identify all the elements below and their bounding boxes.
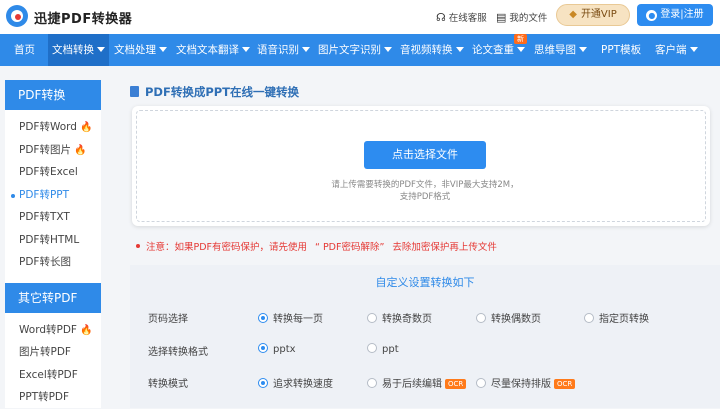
headset-icon: ☊ [436, 11, 446, 24]
nav-speech-recognition[interactable]: 语音识别 [253, 34, 314, 66]
new-badge: 新 [514, 34, 527, 44]
mode-option-keep-layout[interactable]: 尽量保持排版 OCR [476, 375, 576, 390]
chevron-down-icon [455, 47, 464, 52]
bullet-icon [136, 244, 140, 248]
format-label: 选择转换格式 [148, 347, 208, 358]
open-vip-button[interactable]: ◆ 开通VIP [556, 4, 630, 26]
online-service-link[interactable]: ☊ 在线客服 [436, 10, 487, 24]
mode-option-speed[interactable]: 追求转换速度 [258, 375, 333, 390]
radio-icon [367, 313, 377, 323]
sidebar-item-excel-to-pdf[interactable]: Excel转PDF [5, 364, 101, 387]
fire-icon: 🔥 [73, 144, 87, 156]
top-bar: 迅捷PDF转换器 ☊ 在线客服 ▤ 我的文件 ◆ 开通VIP ● 登录|注册 [0, 0, 720, 34]
choose-file-button[interactable]: 点击选择文件 [364, 141, 486, 169]
upload-dropzone[interactable]: 点击选择文件 请上传需要转换的PDF文件，非VIP最大支持2M， 支持PDF格式 [136, 110, 706, 222]
page-option-even[interactable]: 转换偶数页 [476, 310, 541, 325]
radio-selected-icon [258, 313, 268, 323]
radio-selected-icon [258, 378, 268, 388]
document-icon: ▤ [496, 11, 507, 24]
nav-client[interactable]: 客户端 [651, 34, 702, 66]
settings-title: 自定义设置转换如下 [375, 276, 475, 289]
radio-icon [367, 343, 377, 353]
format-option-ppt[interactable]: ppt [367, 343, 399, 355]
radio-icon [367, 378, 377, 388]
sidebar-group-to-pdf: 其它转PDF [5, 282, 101, 313]
ocr-badge: OCR [554, 379, 576, 389]
nav-doc-process[interactable]: 文档处理 [110, 34, 171, 66]
page-option-all[interactable]: 转换每一页 [258, 310, 323, 325]
document-icon [130, 86, 139, 97]
sidebar-item-pdf-to-excel[interactable]: PDF转Excel [5, 161, 101, 184]
sidebar-item-pdf-to-long-image[interactable]: PDF转长图 [5, 251, 101, 274]
page-selection-label: 页码选择 [148, 314, 188, 325]
radio-icon [584, 313, 594, 323]
conversion-settings: 自定义设置转换如下 页码选择 转换每一页 转换奇数页 转换偶数页 指定页转换 选… [130, 265, 720, 408]
nav-doc-translate[interactable]: 文档文本翻译 [172, 34, 254, 66]
chevron-down-icon [579, 47, 587, 52]
sidebar-group-pdf-convert: PDF转换 [5, 80, 101, 110]
nav-ppt-templates[interactable]: PPT模板 [597, 34, 645, 66]
sidebar-item-image-to-pdf[interactable]: 图片转PDF [5, 341, 101, 364]
mode-option-editable[interactable]: 易于后续编辑 OCR [367, 375, 467, 390]
sidebar-item-pdf-to-txt[interactable]: PDF转TXT [5, 206, 101, 229]
upload-hint: 请上传需要转换的PDF文件，非VIP最大支持2M， 支持PDF格式 [331, 180, 519, 202]
pdf-unlock-link[interactable]: “ PDF密码解除” [315, 242, 384, 253]
chevron-down-icon [97, 47, 105, 52]
page-title: PDF转换成PPT在线一键转换 [130, 84, 299, 100]
upload-area[interactable]: 点击选择文件 请上传需要转换的PDF文件，非VIP最大支持2M， 支持PDF格式 [132, 106, 710, 226]
fire-icon: 🔥 [79, 324, 93, 336]
nav-doc-convert[interactable]: 文档转换 [48, 34, 109, 66]
page-option-specific[interactable]: 指定页转换 [584, 310, 649, 325]
chevron-down-icon [689, 47, 698, 52]
sidebar-list-to-pdf: Word转PDF 🔥 图片转PDF Excel转PDF PPT转PDF [5, 313, 101, 409]
sidebar-item-pdf-to-ppt[interactable]: PDF转PPT [5, 184, 101, 207]
login-register-button[interactable]: ● 登录|注册 [637, 4, 713, 26]
main-content: PDF转换成PPT在线一键转换 点击选择文件 请上传需要转换的PDF文件，非VI… [118, 76, 720, 408]
chevron-down-icon [517, 47, 525, 52]
logo-text[interactable]: 迅捷PDF转换器 [34, 8, 132, 27]
sidebar-list-pdf-convert: PDF转Word 🔥 PDF转图片 🔥 PDF转Excel PDF转PPT PDF转… [5, 110, 101, 274]
chevron-down-icon [242, 47, 250, 52]
my-files-link[interactable]: ▤ 我的文件 [496, 10, 547, 24]
sidebar-item-word-to-pdf[interactable]: Word转PDF 🔥 [5, 319, 101, 342]
format-option-pptx[interactable]: pptx [258, 343, 296, 355]
main-nav: 首页 文档转换 文档处理 文档文本翻译 语音识别 图片文字识别 音视频转换 论文… [0, 34, 720, 66]
sidebar: PDF转换 PDF转Word 🔥 PDF转图片 🔥 PDF转Excel PDF转PP… [5, 80, 101, 408]
chevron-down-icon [302, 47, 310, 52]
ocr-badge: OCR [445, 379, 467, 389]
page-option-odd[interactable]: 转换奇数页 [367, 310, 432, 325]
sidebar-item-pdf-to-image[interactable]: PDF转图片 🔥 [5, 139, 101, 162]
chevron-down-icon [159, 47, 167, 52]
radio-selected-icon [258, 343, 268, 353]
radio-icon [476, 313, 486, 323]
nav-home[interactable]: 首页 [10, 34, 39, 66]
sidebar-item-ppt-to-pdf[interactable]: PPT转PDF [5, 386, 101, 409]
radio-icon [476, 378, 486, 388]
diamond-icon: ◆ [569, 9, 577, 20]
fire-icon: 🔥 [79, 122, 93, 133]
nav-image-ocr[interactable]: 图片文字识别 [314, 34, 396, 66]
nav-mind-map[interactable]: 思维导图 [530, 34, 591, 66]
user-icon: ● [646, 10, 658, 21]
sidebar-item-pdf-to-html[interactable]: PDF转HTML [5, 229, 101, 252]
logo-icon[interactable] [6, 5, 28, 27]
nav-av-convert[interactable]: 音视频转换 [396, 34, 468, 66]
mode-label: 转换模式 [148, 379, 188, 390]
sidebar-item-pdf-to-word[interactable]: PDF转Word 🔥 [5, 116, 101, 139]
chevron-down-icon [384, 47, 392, 52]
password-notice: 注意：如果PDF有密码保护，请先使用 “ PDF密码解除” 去除加密保护再上传文件 [136, 239, 497, 253]
